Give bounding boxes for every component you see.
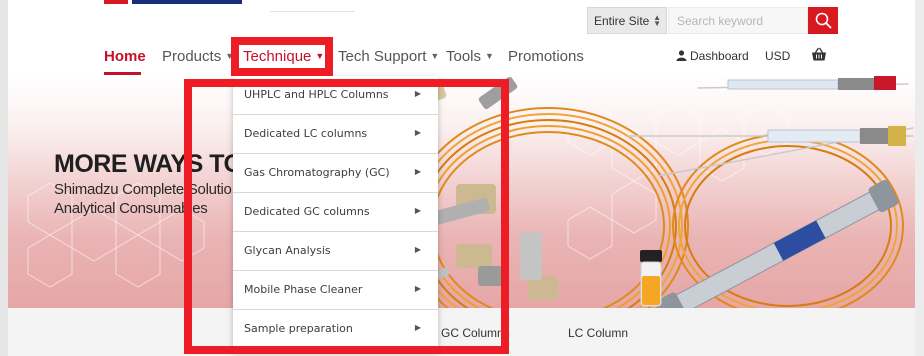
basket-icon (812, 47, 826, 61)
right-scrollbar-track[interactable] (915, 0, 924, 356)
nav-promotions[interactable]: Promotions (508, 48, 584, 65)
nav-tech-support[interactable]: Tech Support ▼ (338, 48, 439, 65)
currency-selector[interactable]: USD (765, 49, 790, 63)
annotation-highlight-dropdown (184, 79, 509, 354)
nav-home-active-indicator (104, 72, 141, 75)
nav-tech-support-label: Tech Support (338, 48, 427, 65)
search-scope-value: Entire Site (594, 14, 650, 28)
dashboard-link[interactable]: Dashboard (676, 49, 749, 63)
nav-tools-label: Tools (446, 48, 482, 65)
caret-down-icon: ▼ (485, 51, 494, 61)
caret-down-icon: ▼ (430, 51, 440, 61)
dashboard-label: Dashboard (690, 49, 749, 63)
currency-label: USD (765, 49, 791, 63)
page: Entire Site ▲▼ Home Products▼ Technique▼… (0, 0, 924, 356)
user-icon (676, 50, 687, 61)
header-divider (270, 11, 355, 12)
search-scope-select[interactable]: Entire Site ▲ ▼ (587, 7, 667, 34)
select-arrows-icon: ▲ ▼ (653, 13, 661, 28)
nav-promotions-label: Promotions (508, 48, 584, 65)
category-link-lc-column[interactable]: LC Column (568, 326, 628, 340)
search-button[interactable] (808, 7, 838, 34)
nav-tools[interactable]: Tools ▼ (446, 48, 494, 65)
search-input[interactable] (668, 7, 808, 34)
nav-home[interactable]: Home (104, 48, 146, 65)
cart-button[interactable] (811, 47, 827, 65)
nav-home-label: Home (104, 48, 146, 65)
nav-products[interactable]: Products ▼ (162, 48, 234, 65)
logo-accent (104, 0, 128, 4)
annotation-highlight-technique (231, 37, 333, 76)
nav-products-label: Products (162, 48, 222, 65)
search-icon (815, 12, 832, 29)
left-rail (0, 0, 8, 356)
logo[interactable] (132, 0, 242, 4)
